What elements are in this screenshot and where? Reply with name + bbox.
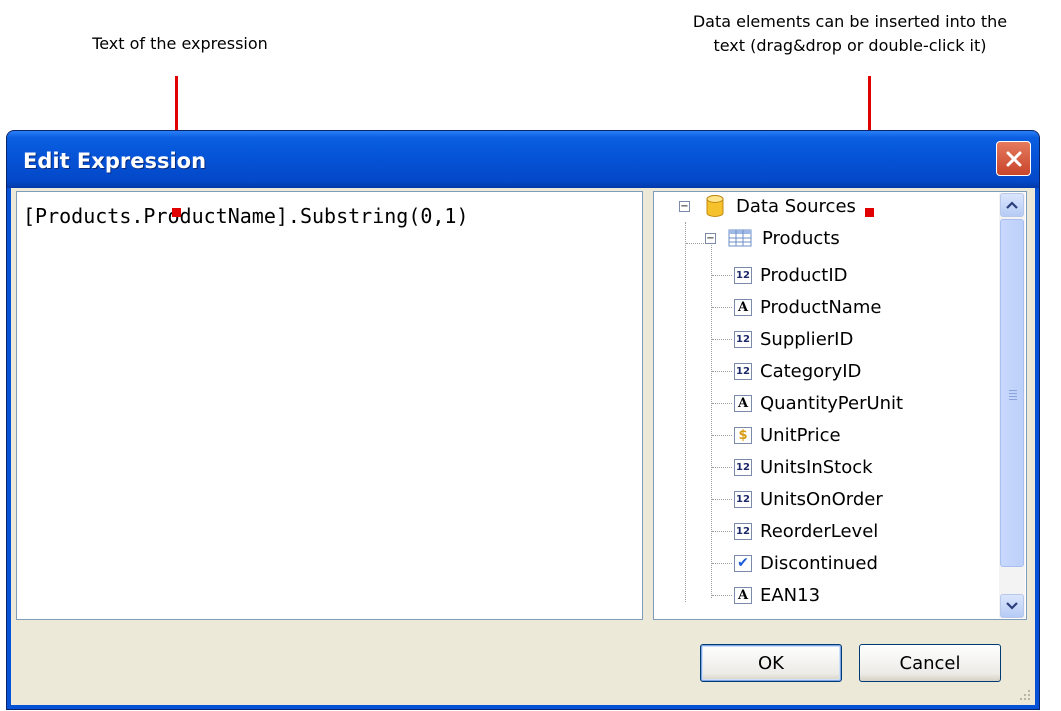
- tree-connector: [712, 531, 732, 532]
- scroll-down-button[interactable]: [1000, 594, 1024, 618]
- tree-connector: [712, 275, 732, 276]
- expression-text[interactable]: [Products.ProductName].Substring(0,1): [23, 204, 469, 228]
- field-label: EAN13: [760, 584, 821, 606]
- scroll-up-button[interactable]: [1000, 193, 1024, 217]
- field-label: UnitPrice: [760, 424, 841, 446]
- number-field-icon: 12: [734, 522, 752, 540]
- close-icon: [1006, 151, 1021, 166]
- tree-field-productname[interactable]: A ProductName: [734, 294, 881, 320]
- currency-field-icon: $: [734, 426, 752, 444]
- tree-field-unitprice[interactable]: $ UnitPrice: [734, 422, 841, 448]
- number-field-icon: 12: [734, 490, 752, 508]
- tree-scrollbar[interactable]: [999, 193, 1025, 618]
- tree-item-products[interactable]: Products: [728, 225, 840, 251]
- tree-field-supplierid[interactable]: 12 SupplierID: [734, 326, 853, 352]
- field-label: ProductID: [760, 264, 848, 286]
- tree-connector: [712, 403, 732, 404]
- tree-item-products-label: Products: [762, 227, 840, 249]
- text-field-icon: A: [734, 298, 752, 316]
- tree-item-data-sources[interactable]: Data Sources: [704, 193, 856, 219]
- tree-guide-root: [685, 222, 686, 602]
- field-label: ReorderLevel: [760, 520, 879, 542]
- number-field-icon: 12: [734, 330, 752, 348]
- tree-connector: [712, 435, 732, 436]
- resize-grip-icon[interactable]: [1017, 687, 1031, 701]
- dialog-title: Edit Expression: [23, 149, 207, 173]
- field-label: CategoryID: [760, 360, 862, 382]
- pointer-marker-right: [865, 208, 874, 217]
- chevron-down-icon: [1006, 602, 1018, 610]
- field-label: UnitsInStock: [760, 456, 873, 478]
- number-field-icon: 12: [734, 458, 752, 476]
- tree-connector: [712, 307, 732, 308]
- callout-data-elements-line2: text (drag&drop or double-click it): [713, 36, 987, 55]
- edit-expression-dialog: Edit Expression [Products.ProductName].S…: [6, 130, 1040, 710]
- tree-connector: [712, 595, 732, 596]
- scroll-thumb-grip: [1009, 390, 1017, 402]
- collapse-data-sources-toggle[interactable]: −: [679, 201, 690, 212]
- tree-field-discontinued[interactable]: ✔ Discontinued: [734, 550, 878, 576]
- close-button[interactable]: [996, 141, 1031, 176]
- data-tree[interactable]: − Data Sources − Products 12 ProductID A…: [653, 191, 1027, 620]
- chevron-up-icon: [1006, 201, 1018, 209]
- field-label: ProductName: [760, 296, 882, 318]
- number-field-icon: 12: [734, 266, 752, 284]
- tree-field-productid[interactable]: 12 ProductID: [734, 262, 848, 288]
- text-field-icon: A: [734, 394, 752, 412]
- tree-field-ean13[interactable]: A EAN13: [734, 582, 820, 608]
- table-icon: [728, 229, 752, 247]
- tree-field-quantityperunit[interactable]: A QuantityPerUnit: [734, 390, 903, 416]
- cancel-button[interactable]: Cancel: [859, 644, 1001, 682]
- tree-field-unitsinstock[interactable]: 12 UnitsInStock: [734, 454, 873, 480]
- tree-connector: [712, 371, 732, 372]
- callout-expression-text: Text of the expression: [92, 34, 268, 53]
- field-label: UnitsOnOrder: [760, 488, 883, 510]
- field-label: QuantityPerUnit: [760, 392, 904, 414]
- callout-data-elements: Data elements can be inserted into the t…: [640, 10, 1060, 58]
- field-label: SupplierID: [760, 328, 854, 350]
- tree-item-data-sources-label: Data Sources: [736, 195, 856, 217]
- ok-button[interactable]: OK: [700, 644, 842, 682]
- tree-connector: [712, 563, 732, 564]
- tree-connector: [712, 467, 732, 468]
- tree-connector: [712, 339, 732, 340]
- tree-field-categoryid[interactable]: 12 CategoryID: [734, 358, 861, 384]
- tree-guide-table: [711, 242, 712, 598]
- scroll-thumb[interactable]: [1000, 219, 1024, 567]
- database-icon: [706, 195, 724, 217]
- field-label: Discontinued: [760, 552, 878, 574]
- tree-field-reorderlevel[interactable]: 12 ReorderLevel: [734, 518, 878, 544]
- number-field-icon: 12: [734, 362, 752, 380]
- text-field-icon: A: [734, 586, 752, 604]
- tree-field-unitsonorder[interactable]: 12 UnitsOnOrder: [734, 486, 883, 512]
- pointer-marker-left: [172, 208, 181, 217]
- title-bar[interactable]: Edit Expression: [7, 131, 1039, 188]
- boolean-field-icon: ✔: [734, 554, 752, 572]
- callout-data-elements-line1: Data elements can be inserted into the: [692, 12, 1008, 31]
- collapse-products-toggle[interactable]: −: [705, 233, 716, 244]
- tree-connector: [712, 499, 732, 500]
- expression-editor[interactable]: [Products.ProductName].Substring(0,1): [16, 191, 643, 620]
